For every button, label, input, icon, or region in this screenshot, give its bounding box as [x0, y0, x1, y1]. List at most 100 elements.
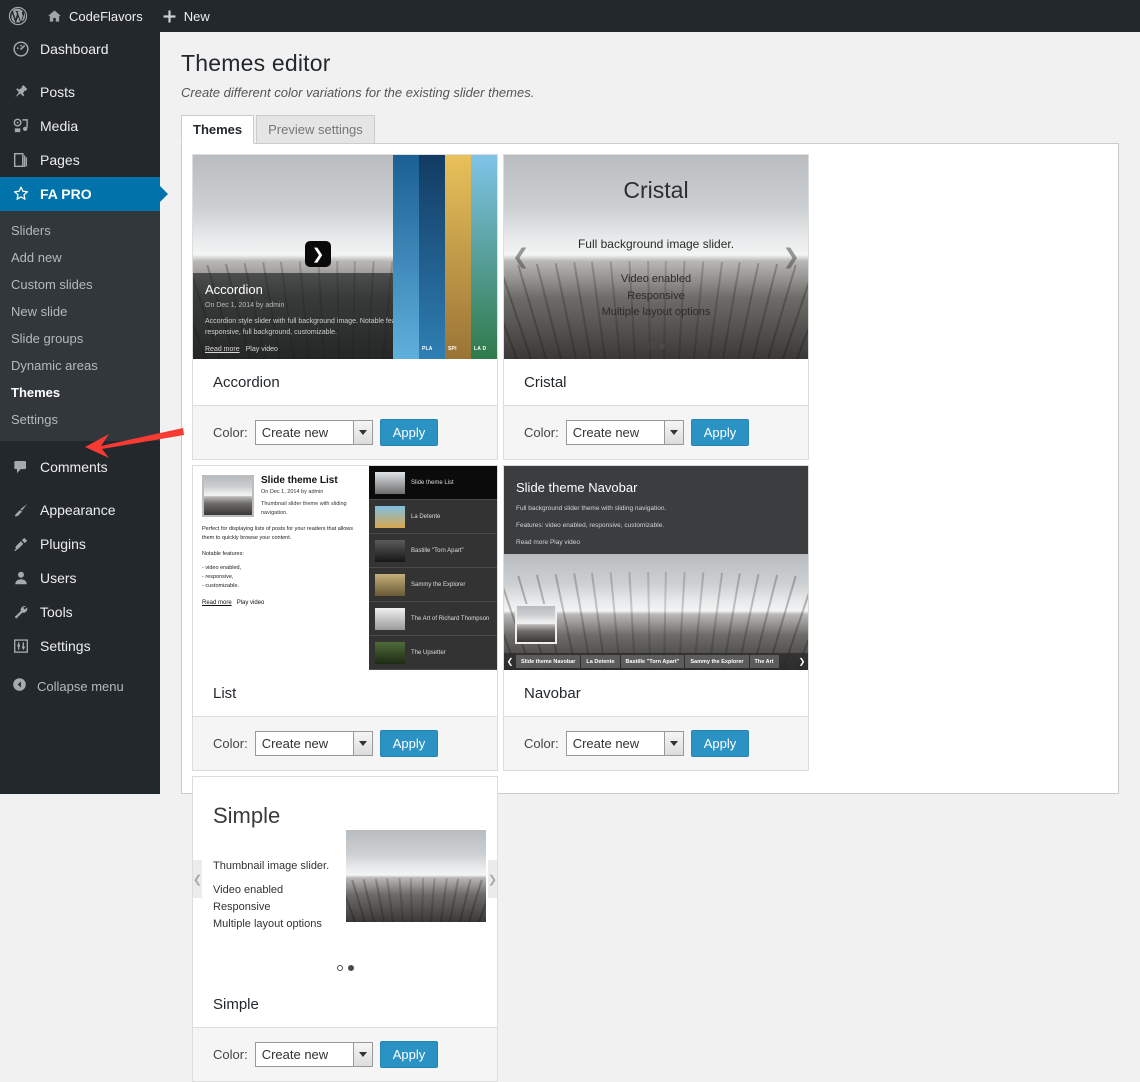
dot[interactable] [336, 965, 343, 971]
theme-controls: Color: Create new Apply [504, 717, 808, 770]
admin-sidebar: Dashboard Posts Media Pages FA PRO Slide… [0, 32, 184, 794]
features-label: Notable features: [202, 551, 244, 558]
accordion-panel[interactable]: SPI [445, 155, 471, 359]
home-icon [48, 10, 61, 22]
sidebar-item-fa-pro[interactable]: FA PRO [0, 177, 160, 211]
color-select[interactable]: Create new [565, 420, 684, 445]
site-name-menu[interactable]: CodeFlavors [37, 0, 152, 32]
chevron-down-icon [352, 1043, 372, 1066]
submenu-item-custom-slides[interactable]: Custom slides [0, 271, 160, 298]
accordion-panel-label: SPI [448, 346, 457, 352]
list-item[interactable]: Bastille "Torn Apart" [369, 534, 497, 568]
collapse-menu-label: Collapse menu [37, 678, 124, 694]
brush-icon [11, 500, 31, 520]
preview-image [346, 830, 486, 922]
theme-controls: Color: Create new Apply [193, 717, 497, 770]
list-item-thumbnail [375, 471, 405, 494]
chevron-left-icon[interactable]: ❮ [504, 657, 516, 666]
list-item[interactable]: The Upsetter [369, 636, 497, 670]
pages-icon [11, 150, 31, 170]
preview-line2: Features: video enabled, responsive, cus… [516, 522, 665, 529]
read-more-link[interactable]: Read more [205, 346, 240, 353]
list-item-thumbnail [375, 641, 405, 664]
apply-button[interactable]: Apply [690, 730, 750, 757]
chevron-right-icon[interactable]: ❯ [305, 241, 331, 267]
chevron-right-icon[interactable]: ❯ [488, 860, 497, 898]
theme-card-accordion: Accordion On Dec 1, 2014 by admin Accord… [192, 154, 498, 460]
navobar-header: Slide theme Navobar Full background slid… [504, 466, 808, 554]
dot-active[interactable] [658, 343, 665, 349]
sidebar-item-comments[interactable]: Comments [0, 450, 160, 484]
navobar-float-thumbnail [515, 604, 557, 644]
chevron-left-icon[interactable]: ❮ [193, 860, 202, 898]
accordion-panel[interactable]: PLA [419, 155, 445, 359]
navobar-nav-strip: ❮ Slide theme Navobar La Detente Bastille … [504, 653, 808, 670]
preview-line1: Full background image slider. [577, 237, 735, 251]
navobar-nav-item[interactable]: La Detente [581, 655, 620, 668]
submenu-item-themes[interactable]: Themes [0, 379, 160, 406]
color-select[interactable]: Create new [565, 731, 684, 756]
chevron-right-icon[interactable]: ❯ [782, 245, 800, 270]
accordion-panel[interactable] [393, 155, 419, 359]
navobar-nav-item[interactable]: The Art [749, 655, 779, 668]
tab-preview-settings[interactable]: Preview settings [256, 115, 375, 144]
wordpress-logo-button[interactable] [0, 0, 37, 32]
apply-button[interactable]: Apply [690, 419, 750, 446]
preview-features: Video enabled Responsive Multiple layout… [213, 884, 322, 931]
sidebar-item-appearance[interactable]: Appearance [0, 493, 160, 527]
sidebar-item-media[interactable]: Media [0, 109, 160, 143]
sidebar-item-dashboard[interactable]: Dashboard [0, 32, 160, 66]
apply-button[interactable]: Apply [379, 1041, 439, 1068]
color-select-value: Create new [261, 1047, 329, 1062]
sidebar-label: Tools [40, 604, 73, 620]
submenu-item-add-new[interactable]: Add new [0, 244, 160, 271]
color-select-value: Create new [572, 736, 640, 751]
chevron-down-icon [352, 732, 372, 755]
chevron-right-icon[interactable]: ❯ [796, 657, 808, 666]
play-video-link[interactable]: Play video [237, 600, 265, 606]
theme-preview-list[interactable]: Slide theme List On Dec 1, 2014 by admin… [193, 466, 497, 670]
list-item[interactable]: La Detente [369, 500, 497, 534]
accordion-panel[interactable]: LA D [471, 155, 497, 359]
apply-button[interactable]: Apply [379, 730, 439, 757]
play-video-link[interactable]: Play video [246, 346, 278, 353]
list-item[interactable]: Sammy the Explorer [369, 568, 497, 602]
submenu-item-sliders[interactable]: Sliders [0, 217, 160, 244]
submenu-item-dynamic-areas[interactable]: Dynamic areas [0, 352, 160, 379]
new-content-menu[interactable]: New [152, 0, 219, 32]
submenu-item-slide-groups[interactable]: Slide groups [0, 325, 160, 352]
theme-preview-cristal[interactable]: Cristal Full background image slider. Vi… [504, 155, 808, 359]
navobar-nav-item[interactable]: Slide theme Navobar [516, 655, 581, 668]
wrench-icon [11, 602, 31, 622]
submenu-item-new-slide[interactable]: New slide [0, 298, 160, 325]
list-item[interactable]: The Art of Richard Thompson [369, 602, 497, 636]
sidebar-item-settings[interactable]: Settings [0, 629, 160, 663]
sidebar-item-posts[interactable]: Posts [0, 75, 160, 109]
color-select[interactable]: Create new [254, 731, 373, 756]
dot[interactable] [647, 343, 654, 349]
dot-active[interactable] [347, 965, 354, 971]
chevron-left-icon[interactable]: ❮ [512, 245, 530, 270]
read-more-link[interactable]: Read more [202, 600, 232, 606]
theme-preview-navobar[interactable]: Slide theme Navobar Full background slid… [504, 466, 808, 670]
sidebar-item-users[interactable]: Users [0, 561, 160, 595]
navobar-nav-item[interactable]: Bastille "Torn Apart" [620, 655, 685, 668]
list-item[interactable]: Slide theme List [369, 466, 497, 500]
theme-preview-simple[interactable]: Simple Thumbnail image slider. Video ena… [193, 777, 497, 981]
submenu-item-settings[interactable]: Settings [0, 406, 160, 433]
theme-preview-accordion[interactable]: Accordion On Dec 1, 2014 by admin Accord… [193, 155, 497, 359]
color-select[interactable]: Create new [254, 1042, 373, 1067]
sidebar-item-plugins[interactable]: Plugins [0, 527, 160, 561]
sidebar-item-tools[interactable]: Tools [0, 595, 160, 629]
apply-button[interactable]: Apply [379, 419, 439, 446]
preview-links[interactable]: Read more Play video [516, 539, 796, 546]
sidebar-item-pages[interactable]: Pages [0, 143, 160, 177]
chevron-down-icon [352, 421, 372, 444]
collapse-menu-button[interactable]: Collapse menu [0, 669, 160, 703]
list-item-label: Bastille "Torn Apart" [411, 547, 464, 554]
color-select[interactable]: Create new [254, 420, 373, 445]
sidebar-label: Posts [40, 84, 76, 100]
tab-themes[interactable]: Themes [181, 115, 255, 144]
list-item-label: Slide theme List [411, 479, 454, 486]
navobar-nav-item[interactable]: Sammy the Explorer [685, 655, 749, 668]
